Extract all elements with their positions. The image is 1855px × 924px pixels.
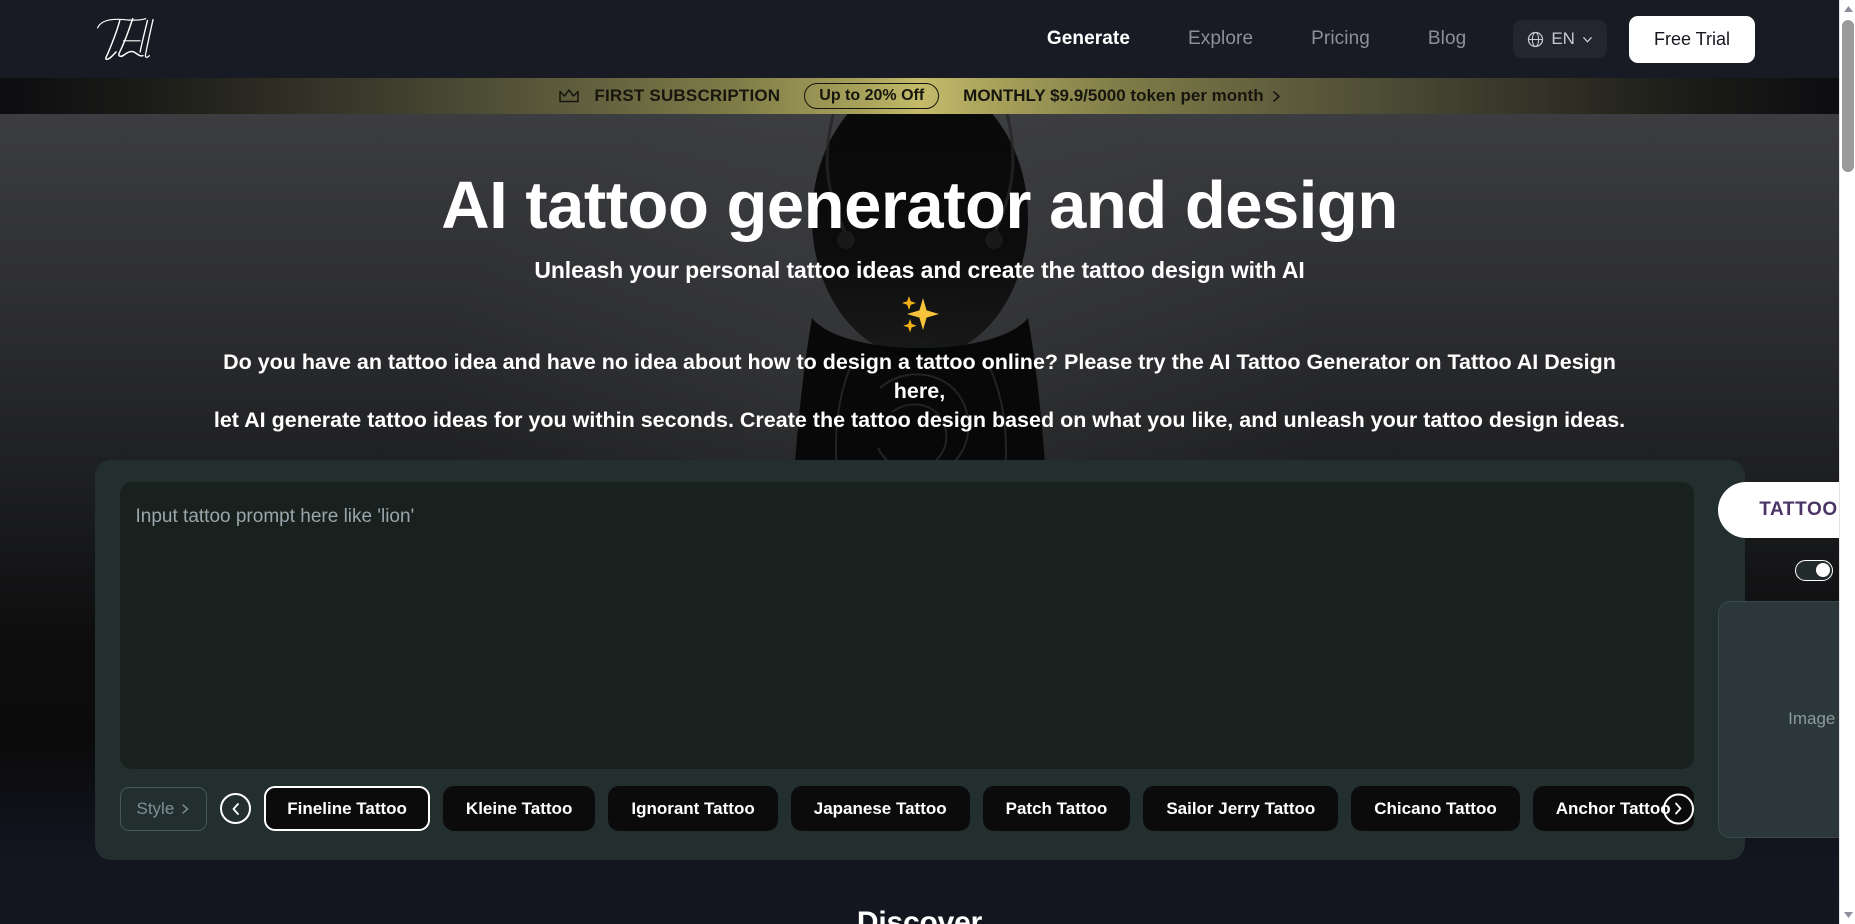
style-chip[interactable]: Ignorant Tattoo	[608, 786, 778, 832]
hero-subtitle: Unleash your personal tattoo ideas and c…	[534, 257, 1305, 284]
free-trial-button[interactable]: Free Trial	[1628, 15, 1755, 63]
promo-offer-link[interactable]: MONTHLY $9.9/5000 token per month	[963, 86, 1280, 106]
hero-section: AI tattoo generator and design Unleash y…	[0, 114, 1839, 924]
display-public-toggle[interactable]	[1795, 560, 1834, 582]
hero-description-line-1: Do you have an tattoo idea and have no i…	[223, 350, 1616, 404]
chevron-right-icon	[1272, 90, 1281, 103]
scrollbar-thumb[interactable]	[1842, 20, 1854, 172]
promo-discount-pill[interactable]: Up to 20% Off	[804, 83, 940, 109]
prompt-input[interactable]	[119, 481, 1694, 769]
nav-item-blog[interactable]: Blog	[1399, 20, 1495, 58]
chips-prev-button[interactable]	[220, 793, 252, 825]
style-selector-row: Style Fineline Tattoo Kleine Tattoo Igno…	[119, 786, 1694, 832]
nav-item-generate[interactable]: Generate	[1018, 20, 1159, 58]
scroll-down-button[interactable]	[1840, 906, 1855, 923]
hero-content: AI tattoo generator and design Unleash y…	[0, 114, 1839, 436]
style-chips-scroller[interactable]: Fineline Tattoo Kleine Tattoo Ignorant Tat…	[264, 786, 1694, 832]
style-chips-list: Fineline Tattoo Kleine Tattoo Ignorant Tat…	[264, 786, 1694, 832]
discover-heading: Discover	[856, 905, 983, 924]
toggle-knob	[1815, 563, 1830, 578]
hero-description-line-2: let AI generate tattoo ideas for you wit…	[213, 408, 1626, 433]
globe-icon	[1526, 30, 1545, 49]
language-selector[interactable]: EN	[1513, 20, 1607, 58]
page-title: AI tattoo generator and design	[441, 168, 1398, 243]
style-chip[interactable]: Kleine Tattoo	[442, 786, 596, 832]
style-filter-button[interactable]: Style	[119, 786, 208, 831]
chevron-left-icon	[230, 802, 242, 816]
promo-title: FIRST SUBSCRIPTION	[594, 86, 781, 105]
generator-right-column: TATTOO DESIGN Display Public Image is he…	[1717, 481, 1839, 838]
style-filter-label: Style	[136, 798, 175, 818]
browser-viewport: Generate Explore Pricing Blog EN Free Tr…	[0, 0, 1855, 924]
promo-offer-text: MONTHLY $9.9/5000 token per month	[963, 86, 1264, 105]
site-header: Generate Explore Pricing Blog EN Free Tr…	[0, 0, 1839, 78]
logo-tai-icon[interactable]	[92, 13, 166, 65]
nav-item-pricing[interactable]: Pricing	[1282, 20, 1399, 58]
style-chip[interactable]: Japanese Tattoo	[790, 786, 970, 832]
nav-item-explore[interactable]: Explore	[1159, 20, 1282, 58]
page-scrollbar[interactable]	[1839, 0, 1855, 924]
display-public-row: Display Public	[1795, 560, 1839, 582]
style-chip[interactable]: Fineline Tattoo	[264, 786, 430, 832]
chevron-right-icon	[181, 803, 190, 815]
sparkle-icon	[901, 296, 939, 333]
generator-card: Style	[94, 459, 1839, 860]
crown-icon	[558, 87, 580, 105]
tattoo-design-button[interactable]: TATTOO DESIGN	[1717, 481, 1839, 538]
generator-left-column: Style	[119, 481, 1694, 838]
language-label: EN	[1551, 29, 1575, 48]
image-output-panel: Image is here	[1717, 600, 1839, 838]
image-placeholder-text: Image is here	[1788, 709, 1839, 729]
chevron-right-icon	[1672, 802, 1684, 816]
main-nav: Generate Explore Pricing Blog EN Free Tr…	[1018, 15, 1839, 63]
chevron-down-icon	[1581, 33, 1594, 46]
hero-description: Do you have an tattoo idea and have no i…	[195, 348, 1645, 436]
style-chip[interactable]: Patch Tattoo	[982, 786, 1131, 832]
style-chip[interactable]: Sailor Jerry Tattoo	[1143, 786, 1339, 832]
chips-next-button[interactable]	[1662, 793, 1694, 825]
scroll-up-button[interactable]	[1840, 0, 1855, 17]
promo-banner[interactable]: FIRST SUBSCRIPTION Up to 20% Off MONTHLY…	[0, 78, 1839, 114]
page-root: Generate Explore Pricing Blog EN Free Tr…	[0, 0, 1839, 924]
style-chip[interactable]: Chicano Tattoo	[1351, 786, 1520, 832]
